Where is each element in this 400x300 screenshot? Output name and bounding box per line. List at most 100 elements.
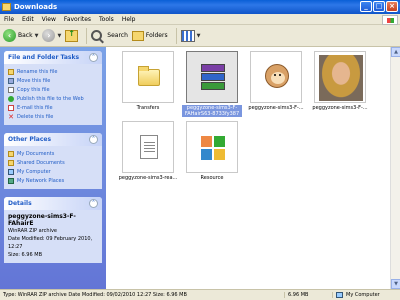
collapse-icon[interactable]: ⌃ — [89, 135, 98, 144]
task-label: Rename this file — [17, 68, 58, 75]
forward-button[interactable]: › ▼ — [42, 29, 61, 42]
panel-header[interactable]: File and Folder Tasks ⌃ — [4, 51, 102, 64]
place-shared-documents[interactable]: Shared Documents — [8, 158, 98, 167]
task-label: Delete this file — [17, 113, 54, 120]
menu-favorites[interactable]: Favorites — [64, 16, 91, 23]
menu-view[interactable]: View — [42, 16, 56, 23]
resource-icon — [201, 136, 225, 160]
status-location: My Computer — [332, 292, 400, 298]
menu-file[interactable]: File — [4, 16, 14, 23]
file-item-text[interactable]: peggyzone-sims3-rea... — [118, 121, 178, 181]
forward-arrow-icon: › — [42, 29, 56, 42]
task-copy[interactable]: Copy this file — [8, 85, 98, 94]
place-label: My Computer — [17, 168, 51, 175]
windows-logo-icon — [382, 15, 398, 25]
task-label: Publish this file to the Web — [17, 95, 84, 102]
file-name: peggyzone-sims3-F-... — [312, 105, 368, 111]
other-places-panel: Other Places ⌃ My Documents Shared Docum… — [4, 133, 102, 189]
views-button[interactable]: ▼ — [180, 29, 201, 42]
task-delete[interactable]: ✕ Delete this file — [8, 112, 98, 121]
scroll-up-button[interactable]: ▲ — [391, 47, 400, 57]
vertical-scrollbar[interactable]: ▲ ▼ — [390, 47, 400, 289]
details-type: WinRAR ZIP archive — [8, 228, 58, 234]
file-view[interactable]: Transfers peggyzone-sims3-F-FAHairS63-87… — [106, 47, 390, 289]
folder-icon — [8, 159, 14, 166]
file-name: peggyzone-sims3-rea... — [118, 175, 178, 181]
file-name: Resource — [200, 175, 224, 181]
file-name: peggyzone-sims3-F-FAHairS63-8733fy387 — [182, 105, 242, 117]
search-icon — [91, 30, 103, 41]
monkey-image-icon — [265, 64, 289, 88]
place-my-documents[interactable]: My Documents — [8, 149, 98, 158]
status-bar: Type: WinRAR ZIP archive Date Modified: … — [0, 289, 400, 300]
file-item-resource[interactable]: Resource — [182, 121, 242, 181]
chevron-down-icon[interactable]: ▼ — [35, 33, 39, 39]
file-name: peggyzone-sims3-F-... — [248, 105, 304, 111]
chevron-down-icon[interactable]: ▼ — [197, 33, 201, 39]
menu-edit[interactable]: Edit — [22, 16, 34, 23]
close-button[interactable]: × — [386, 1, 398, 12]
search-label: Search — [107, 32, 128, 39]
status-location-label: My Computer — [346, 292, 380, 298]
menu-bar: File Edit View Favorites Tools Help — [0, 14, 400, 25]
place-label: Shared Documents — [17, 159, 65, 166]
file-item-transfers[interactable]: Transfers — [118, 51, 178, 111]
file-item-rar[interactable]: peggyzone-sims3-F-FAHairS63-8733fy387 — [182, 51, 242, 117]
network-icon — [8, 177, 14, 184]
menu-help[interactable]: Help — [122, 16, 136, 23]
globe-icon — [8, 95, 14, 102]
task-publish[interactable]: Publish this file to the Web — [8, 94, 98, 103]
task-label: Copy this file — [17, 86, 50, 93]
thumbnail — [250, 51, 302, 103]
place-network[interactable]: My Network Places — [8, 176, 98, 185]
panel-header[interactable]: Details ⌃ — [4, 197, 102, 210]
file-item-image[interactable]: peggyzone-sims3-F-... — [310, 51, 370, 111]
task-label: Move this file — [17, 77, 51, 84]
title-bar[interactable]: Downloads _ □ × — [0, 0, 400, 14]
copy-icon — [8, 86, 14, 93]
maximize-button[interactable]: □ — [373, 1, 385, 12]
winrar-archive-icon — [201, 64, 225, 92]
file-folder-tasks-panel: File and Folder Tasks ⌃ Rename this file… — [4, 51, 102, 125]
minimize-button[interactable]: _ — [360, 1, 372, 12]
status-size: 6.96 MB — [284, 292, 332, 298]
explorer-window: Downloads _ □ × File Edit View Favorites… — [0, 0, 400, 300]
details-panel: Details ⌃ peggyzone-sims3-F-FAhairE WinR… — [4, 197, 102, 263]
thumbnail — [186, 51, 238, 103]
folders-button[interactable]: Folders — [131, 30, 168, 41]
toolbar-separator — [86, 27, 88, 44]
file-item-image[interactable]: peggyzone-sims3-F-... — [246, 51, 306, 111]
scroll-down-button[interactable]: ▼ — [391, 279, 400, 289]
folder-icon — [138, 66, 160, 86]
details-modified: Date Modified: 09 February 2010, 12:27 — [8, 236, 93, 250]
back-button[interactable]: ‹ Back ▼ — [3, 29, 38, 42]
toolbar-separator — [175, 27, 177, 44]
place-my-computer[interactable]: My Computer — [8, 167, 98, 176]
folder-icon — [8, 150, 14, 157]
search-button[interactable]: Search — [91, 30, 128, 41]
delete-icon: ✕ — [8, 112, 14, 121]
panel-title: Details — [8, 200, 32, 207]
thumbnail — [122, 121, 174, 173]
thumbnail — [314, 51, 366, 103]
menu-tools[interactable]: Tools — [99, 16, 114, 23]
status-text: Type: WinRAR ZIP archive Date Modified: … — [3, 292, 187, 298]
panel-header[interactable]: Other Places ⌃ — [4, 133, 102, 146]
place-label: My Network Places — [17, 177, 65, 184]
up-button[interactable] — [65, 29, 79, 42]
panel-title: Other Places — [8, 136, 52, 143]
task-rename[interactable]: Rename this file — [8, 67, 98, 76]
toolbar: ‹ Back ▼ › ▼ Search Folders ▼ — [0, 25, 400, 47]
collapse-icon[interactable]: ⌃ — [89, 199, 98, 208]
portrait-image-icon — [319, 55, 363, 101]
thumbnail — [186, 121, 238, 173]
thumbnail — [122, 51, 174, 103]
chevron-down-icon[interactable]: ▼ — [57, 33, 61, 39]
mail-icon — [8, 104, 14, 111]
task-move[interactable]: Move this file — [8, 76, 98, 85]
task-label: E-mail this file — [17, 104, 53, 111]
window-title: Downloads — [14, 3, 58, 11]
collapse-icon[interactable]: ⌃ — [89, 53, 98, 62]
task-email[interactable]: E-mail this file — [8, 103, 98, 112]
file-name: Transfers — [136, 105, 160, 111]
